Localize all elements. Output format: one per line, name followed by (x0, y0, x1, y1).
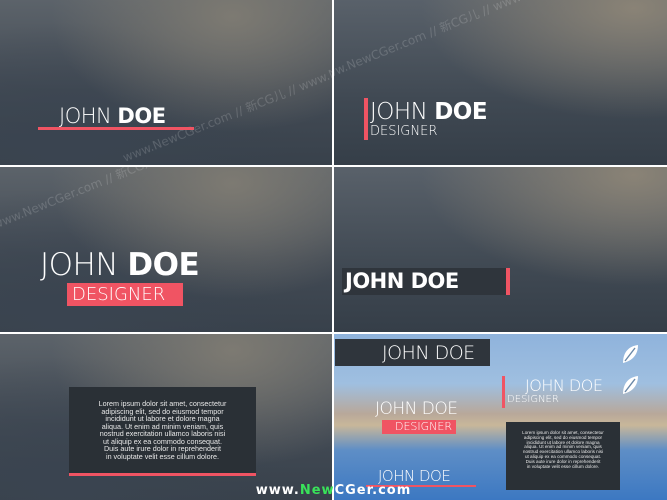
name-last: DOE (127, 247, 200, 283)
tile-5: Lorem ipsum dolor sit amet, consectetur … (0, 334, 332, 500)
watermark: www.NewCGer.com // 新CG儿 // www.NewCGer.c… (120, 11, 332, 165)
tile-2: www.NewCGer.com // 新CG儿 // www.NewCGer.c… (334, 0, 667, 165)
name-first: JOHN (40, 247, 119, 283)
accent-underline (38, 127, 194, 130)
lorem-text: Lorem ipsum dolor sit amet, consectetur … (72, 400, 253, 461)
site-suffix: .com (372, 483, 412, 498)
role-label: DESIGNER (370, 124, 438, 139)
name-title: JOHN DOE (375, 399, 458, 419)
name-last: DOE (117, 104, 166, 128)
accent-underline (69, 473, 256, 476)
tile-1: www.NewCGer.com // 新CG儿 // www.NewCGer.c… (0, 0, 332, 165)
name-title: JOHN DOE (59, 104, 166, 128)
site-prefix: www. (255, 483, 300, 498)
name-title: JOHN DOE (345, 269, 459, 293)
name-title: JOHN DOE (40, 247, 200, 283)
tile-3: www.NewCGer.com // 新CG儿 // www.NewCGer.c… (0, 167, 332, 332)
lorem-line: in voluptate velit esse cillum dolore. (105, 451, 220, 461)
leaf-icon (623, 376, 638, 394)
site-banner: www.NewCGer.com (0, 481, 667, 500)
role-label: DESIGNER (395, 420, 452, 433)
lorem-line: in voluptate velit esse cillum dolore. (526, 463, 600, 469)
name-title: JOHN DOE (525, 376, 603, 395)
site-name-a: New (299, 483, 335, 498)
accent-bar (502, 376, 505, 408)
role-label: DESIGNER (507, 394, 559, 405)
leaf-icon (623, 345, 638, 363)
tile-6: JOHN DOE JOHN DOE DESIGNER JOHN DOE DESI… (334, 334, 667, 500)
tile-4: JOHN DOE (334, 167, 667, 332)
accent-bar (364, 98, 368, 140)
name-title: JOHN DOE (382, 342, 475, 364)
name-first: JOHN (59, 104, 112, 128)
name-title: JOHN DOE (370, 99, 488, 125)
watermark: www.NewCGer.com // 新CG儿 // www.NewCGer.c… (334, 0, 667, 85)
name-last: DOE (434, 99, 488, 125)
role-label: DESIGNER (72, 284, 166, 305)
site-name-b: CGer (334, 483, 373, 498)
lorem-text: Lorem ipsum dolor sit amet, consectetur … (508, 430, 618, 470)
watermark: www.NewCGer.com // 新CG儿 // www.NewCGer.c… (0, 167, 332, 233)
accent-bar (506, 268, 510, 295)
name-first: JOHN (370, 99, 428, 125)
